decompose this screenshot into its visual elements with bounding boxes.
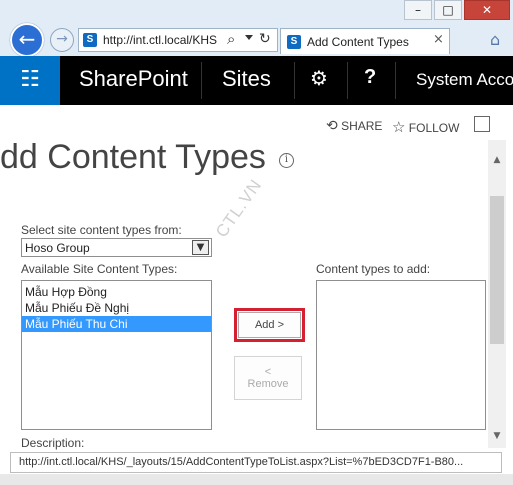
select-value: Hoso Group (25, 241, 90, 255)
refresh-icon[interactable]: ↻ (259, 31, 271, 47)
available-label: Available Site Content Types: (21, 262, 178, 276)
brand-link[interactable]: SharePoint (79, 66, 188, 92)
remove-button[interactable]: < Remove (234, 356, 302, 400)
divider (294, 62, 295, 99)
list-item[interactable]: Mẫu Hợp Đồng (22, 284, 211, 300)
sharepoint-site-icon: S (83, 33, 97, 47)
watermark: CTL.VN (212, 175, 266, 241)
divider (201, 62, 202, 99)
sites-link[interactable]: Sites (222, 66, 271, 92)
scroll-down-icon[interactable]: ▼ (488, 428, 506, 444)
gear-icon[interactable]: ⚙ (310, 66, 328, 90)
app-launcher-icon[interactable]: ☷ (0, 56, 60, 105)
share-button[interactable]: ⟲ SHARE (326, 118, 382, 134)
share-label: SHARE (341, 119, 383, 133)
focus-content-icon[interactable] (474, 116, 490, 132)
browser-chrome: – □ ✕ ← → S http://int.ctl.local/KHS ⌕ ↻… (0, 0, 513, 57)
sharepoint-tab-icon: S (287, 35, 301, 49)
dropdown-icon[interactable] (245, 35, 253, 40)
share-icon: ⟲ (326, 118, 338, 134)
page-title: dd Content Types (0, 138, 266, 176)
description-label: Description: (21, 436, 85, 450)
info-icon[interactable]: i (279, 153, 294, 168)
account-menu[interactable]: System Account (416, 70, 513, 90)
address-bar[interactable]: S http://int.ctl.local/KHS ⌕ ↻ (78, 28, 278, 52)
list-item-selected[interactable]: Mẫu Phiếu Thu Chi (22, 316, 211, 332)
follow-label: FOLLOW (408, 121, 460, 135)
window-bottom-edge (0, 474, 513, 485)
forward-arrow-icon: → (56, 31, 68, 47)
back-button[interactable]: ← (10, 23, 44, 57)
search-icon[interactable]: ⌕ (227, 30, 235, 48)
follow-icon: ☆ (392, 118, 406, 136)
divider (395, 62, 396, 99)
to-add-label: Content types to add: (316, 262, 431, 276)
scroll-thumb[interactable] (490, 196, 504, 344)
vertical-scrollbar[interactable]: ▲ ▼ (488, 140, 506, 448)
remove-label: Remove (247, 378, 289, 390)
divider (347, 62, 348, 99)
tab-close-icon[interactable]: × (433, 32, 444, 47)
forward-button[interactable]: → (50, 28, 74, 52)
close-window-button[interactable]: ✕ (464, 0, 510, 20)
minimize-button[interactable]: – (404, 0, 432, 20)
browser-tab[interactable]: S Add Content Types × (280, 28, 450, 54)
content-type-group-select[interactable]: Hoso Group ▼ (21, 238, 212, 257)
follow-button[interactable]: ☆ FOLLOW (392, 118, 459, 136)
list-item[interactable]: Mẫu Phiếu Đề Nghị (22, 300, 211, 316)
remove-arrow: < (264, 366, 272, 378)
scroll-up-icon[interactable]: ▲ (488, 152, 506, 168)
suite-bar: ☷ SharePoint Sites ⚙ ? System Account (0, 56, 513, 105)
maximize-button[interactable]: □ (434, 0, 462, 20)
home-icon[interactable]: ⌂ (490, 30, 500, 49)
tab-title: Add Content Types (307, 35, 409, 49)
status-bar-url: http://int.ctl.local/KHS/_layouts/15/Add… (10, 452, 502, 473)
add-button-highlight (234, 308, 305, 342)
help-icon[interactable]: ? (364, 66, 376, 89)
back-arrow-icon: ← (18, 27, 36, 51)
content-types-to-add-list[interactable] (316, 280, 486, 430)
available-content-types-list[interactable]: Mẫu Hợp Đồng Mẫu Phiếu Đề Nghị Mẫu Phiếu… (21, 280, 212, 430)
address-text[interactable]: http://int.ctl.local/KHS (103, 33, 223, 47)
select-label: Select site content types from: (21, 223, 182, 237)
chevron-down-icon[interactable]: ▼ (192, 240, 209, 255)
